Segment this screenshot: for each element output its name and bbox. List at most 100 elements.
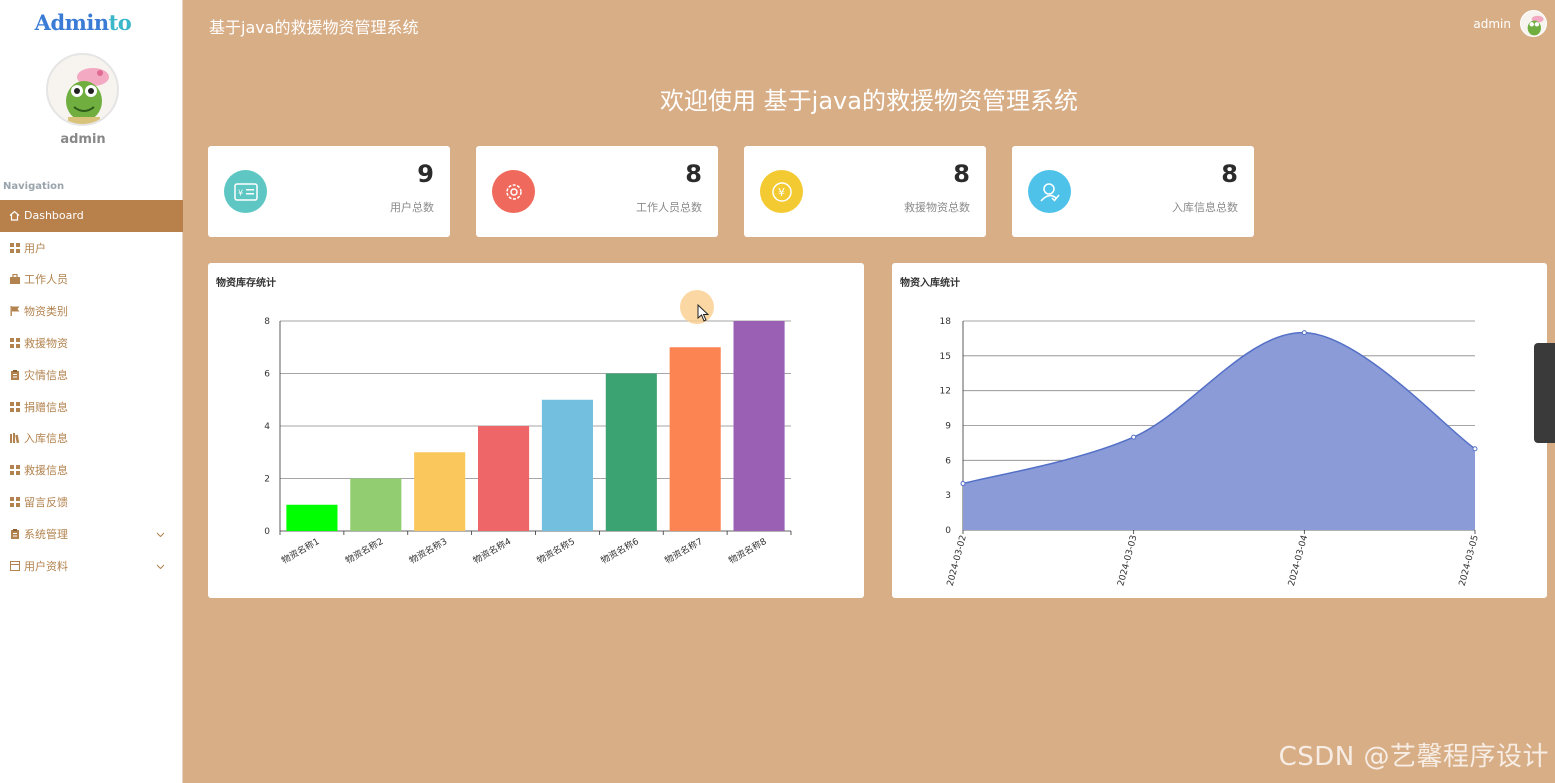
- grid-icon: [9, 338, 20, 349]
- stock-in-chart-panel: 物资入库统计 0 3 6 9 12 15 18 2024-03-02 2024-03-03 202…: [892, 263, 1547, 598]
- sidebar-item-label: 用户资料: [24, 559, 68, 573]
- app-title: 基于java的救援物资管理系统: [209, 18, 419, 37]
- app-logo[interactable]: Adminto: [0, 10, 166, 35]
- y-tick-label: 0: [264, 527, 270, 537]
- grid-icon: [9, 465, 20, 476]
- y-tick-label: 18: [940, 317, 952, 327]
- stat-card-supplies[interactable]: ¥ 8 救援物资总数: [744, 146, 986, 237]
- bar: [414, 452, 466, 531]
- sidebar-item-label: 救援物资: [24, 337, 68, 351]
- area-chart[interactable]: 0 3 6 9 12 15 18 2024-03-02 2024-03-03 2024-03-04…: [892, 263, 1547, 598]
- stat-value: 8: [1221, 160, 1238, 188]
- y-tick-label: 2: [264, 475, 270, 485]
- sidebar-item-label: Dashboard: [24, 209, 84, 223]
- grid-icon: [9, 242, 20, 253]
- top-avatar[interactable]: [1520, 10, 1547, 37]
- data-point: [1472, 446, 1478, 452]
- gear-icon: [492, 170, 535, 213]
- x-tick-label: 物资名称1: [279, 535, 321, 566]
- y-tick-label: 8: [264, 317, 270, 327]
- stat-value: 8: [685, 160, 702, 188]
- stat-value: 8: [953, 160, 970, 188]
- sidebar-item-label: 灾情信息: [24, 368, 68, 382]
- sidebar-item-label: 用户: [24, 241, 46, 255]
- sidebar-item-stock-in[interactable]: 入库信息: [0, 423, 183, 455]
- form-icon: [9, 560, 20, 571]
- grid-icon: [9, 401, 20, 412]
- cursor-pointer-icon: [697, 303, 710, 326]
- bar: [605, 373, 657, 531]
- x-tick-label: 2024-03-04: [1287, 534, 1310, 587]
- x-tick-label: 物资名称6: [599, 535, 641, 566]
- sidebar-item-rescues[interactable]: 救援信息: [0, 454, 183, 486]
- sidebar-username: admin: [60, 132, 106, 147]
- yen-icon: ¥: [760, 170, 803, 213]
- x-tick-label: 物资名称5: [535, 535, 577, 566]
- svg-text:¥: ¥: [238, 188, 243, 197]
- x-tick-label: 物资名称7: [663, 535, 705, 566]
- sidebar-item-feedback[interactable]: 留言反馈: [0, 486, 183, 518]
- user-avatar[interactable]: [46, 53, 119, 126]
- data-point: [1301, 330, 1307, 336]
- sidebar-item-dashboard[interactable]: Dashboard: [0, 200, 183, 232]
- x-tick-label: 2024-03-05: [1458, 534, 1481, 587]
- books-icon: [9, 433, 20, 444]
- sidebar-item-label: 捐赠信息: [24, 400, 68, 414]
- data-point: [1131, 434, 1137, 440]
- bar-chart[interactable]: 0 2 4 6 8 物资名称1 物资名称2 物资名称3 物资名称4 物资名称5 物资名称6 物资名称7…: [208, 263, 864, 598]
- sidebar-item-disasters[interactable]: 灾情信息: [0, 359, 183, 391]
- stat-value: 9: [417, 160, 434, 188]
- y-tick-label: 9: [945, 422, 951, 432]
- sidebar-item-categories[interactable]: 物资类别: [0, 295, 183, 327]
- stat-card-staff[interactable]: 8 工作人员总数: [476, 146, 718, 237]
- sidebar-item-label: 工作人员: [24, 273, 68, 287]
- sidebar-item-label: 物资类别: [24, 305, 68, 319]
- data-point: [960, 481, 966, 487]
- sidebar-item-label: 入库信息: [24, 432, 68, 446]
- bar: [286, 504, 338, 531]
- y-tick-label: 0: [945, 526, 951, 536]
- chevron-down-icon: [156, 560, 165, 573]
- user-check-icon: [1028, 170, 1071, 213]
- clipboard-icon: [9, 369, 20, 380]
- svg-text:¥: ¥: [778, 186, 785, 199]
- sidebar-item-label: 留言反馈: [24, 496, 68, 510]
- stat-label: 工作人员总数: [636, 201, 702, 214]
- sidebar-item-profile[interactable]: 用户资料: [0, 550, 183, 582]
- x-tick-label: 物资名称2: [343, 535, 385, 566]
- sidebar-item-users[interactable]: 用户: [0, 232, 183, 264]
- home-icon: [9, 210, 20, 221]
- top-username[interactable]: admin: [1473, 17, 1511, 31]
- bar: [541, 399, 593, 531]
- stat-card-users[interactable]: ¥ 9 用户总数: [208, 146, 450, 237]
- x-tick-label: 2024-03-03: [1116, 534, 1139, 587]
- bar: [669, 347, 721, 531]
- sidebar: Adminto admin Navigation Dashboard 用户 工作…: [0, 0, 183, 783]
- x-tick-label: 物资名称3: [407, 535, 449, 566]
- y-tick-label: 6: [264, 370, 270, 380]
- sidebar-item-label: 救援信息: [24, 464, 68, 478]
- grid-icon: [9, 497, 20, 508]
- sidebar-item-supplies[interactable]: 救援物资: [0, 327, 183, 359]
- area-fill: [963, 332, 1475, 530]
- sidebar-menu: Dashboard 用户 工作人员 物资类别 救援物资 灾情信息 捐赠信息 入库…: [0, 200, 183, 582]
- flag-icon: [9, 306, 20, 317]
- sidebar-item-system[interactable]: 系统管理: [0, 518, 183, 550]
- sidebar-item-donations[interactable]: 捐赠信息: [0, 391, 183, 423]
- bar: [733, 321, 785, 531]
- sidebar-item-label: 系统管理: [24, 527, 68, 541]
- bar: [478, 426, 530, 531]
- stat-label: 救援物资总数: [904, 201, 970, 214]
- stat-label: 入库信息总数: [1172, 201, 1238, 214]
- y-tick-label: 3: [945, 491, 951, 501]
- x-tick-label: 物资名称4: [471, 535, 513, 566]
- clipboard-icon: [9, 528, 20, 539]
- briefcase-icon: [9, 274, 20, 285]
- stat-card-stock-in[interactable]: 8 入库信息总数: [1012, 146, 1254, 237]
- y-tick-label: 15: [940, 352, 951, 362]
- sidebar-item-staff[interactable]: 工作人员: [0, 264, 183, 296]
- y-tick-label: 12: [940, 387, 951, 397]
- y-tick-label: 4: [264, 422, 270, 432]
- side-drawer-handle[interactable]: [1534, 343, 1555, 443]
- x-tick-label: 2024-03-02: [946, 534, 969, 587]
